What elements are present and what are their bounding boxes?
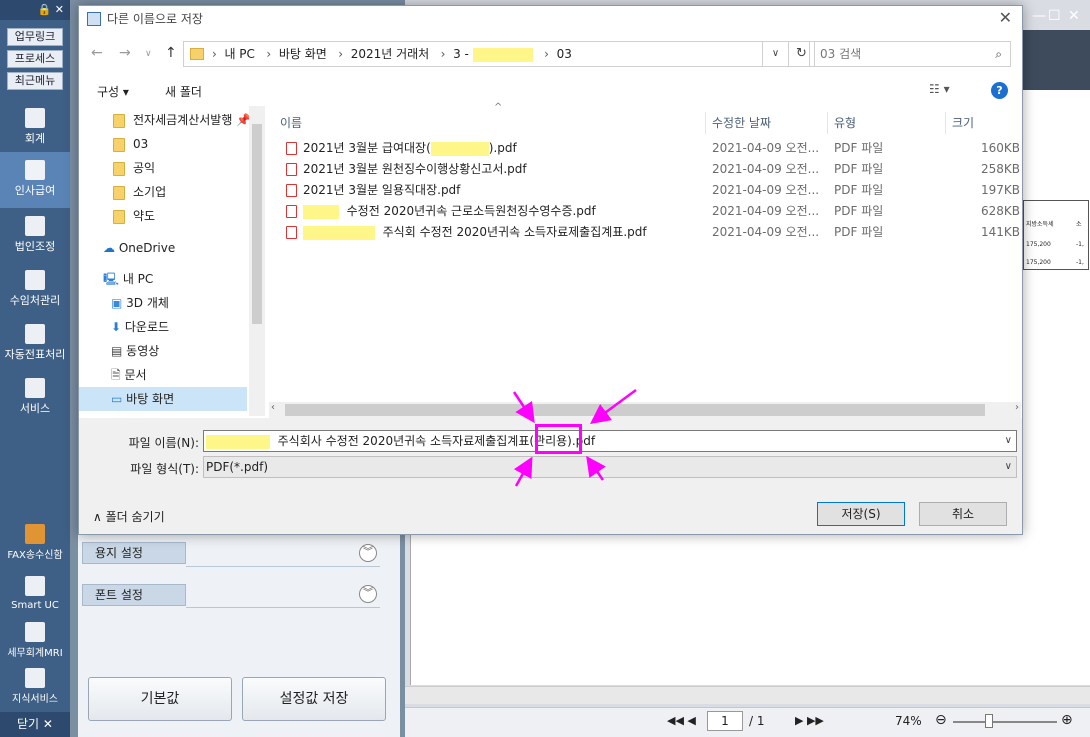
annotation-arrows	[512, 388, 637, 487]
annotation-arrow	[589, 388, 637, 424]
annotation-arrow	[586, 455, 606, 481]
annotation-arrow	[513, 456, 533, 487]
annotation-arrow	[512, 391, 535, 424]
